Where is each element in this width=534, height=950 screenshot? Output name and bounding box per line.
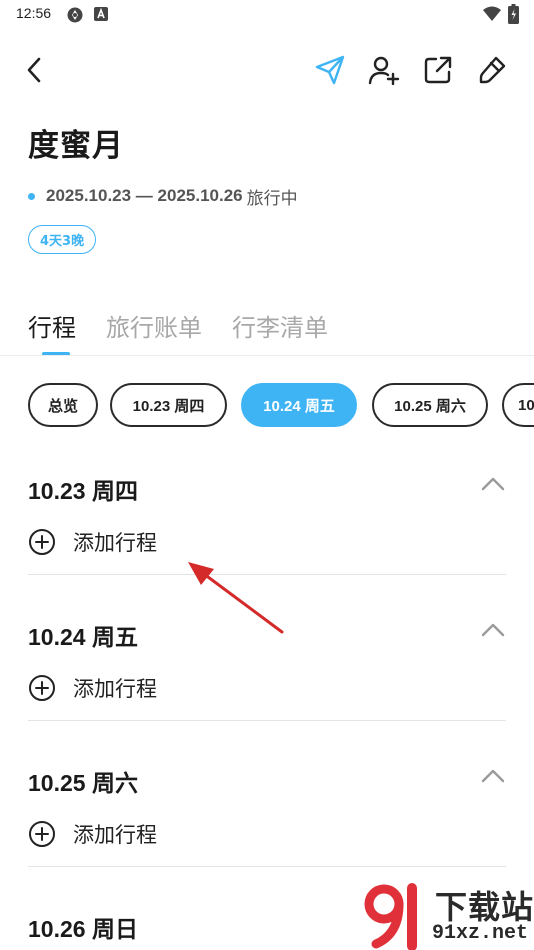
watermark-logo-icon bbox=[364, 883, 417, 950]
status-bar: 12:56 bbox=[0, 0, 534, 30]
add-member-button[interactable] bbox=[364, 48, 404, 92]
date-chip-bar[interactable]: 总览 10.23 周四 10.24 周五 10.25 周六 10 bbox=[28, 383, 534, 429]
day-title: 10.23 周四 bbox=[28, 478, 138, 504]
plus-circle-icon bbox=[29, 529, 55, 555]
send-icon bbox=[315, 55, 345, 85]
trip-status: 旅行中 bbox=[246, 188, 298, 209]
tab-travel-bill-label: 旅行账单 bbox=[106, 314, 202, 342]
day-divider bbox=[28, 720, 506, 721]
edit-button[interactable] bbox=[472, 48, 512, 92]
add-itinerary-button[interactable]: 添加行程 bbox=[28, 816, 157, 852]
tab-itinerary[interactable]: 行程 bbox=[28, 308, 76, 356]
day-header[interactable]: 10.23 周四 bbox=[28, 464, 506, 504]
add-itinerary-button[interactable]: 添加行程 bbox=[28, 524, 157, 560]
tab-bar: 行程 旅行账单 行李清单 bbox=[28, 308, 358, 358]
chip-day-2[interactable]: 10.24 周五 bbox=[241, 383, 357, 427]
chevron-left-icon bbox=[27, 57, 41, 83]
trip-dates: 2025.10.23 — 2025.10.26 bbox=[46, 186, 243, 205]
tab-travel-bill[interactable]: 旅行账单 bbox=[106, 308, 202, 348]
day-title: 10.24 周五 bbox=[28, 624, 138, 650]
a-notification-icon bbox=[94, 6, 108, 26]
add-itinerary-label: 添加行程 bbox=[73, 677, 157, 701]
tabs-divider bbox=[0, 355, 534, 356]
add-person-icon bbox=[368, 56, 400, 85]
battery-icon bbox=[508, 4, 519, 28]
watermark-url: 91xz.net bbox=[432, 922, 529, 945]
annotation-arrow-icon bbox=[188, 562, 284, 634]
day-header[interactable]: 10.25 周六 bbox=[28, 756, 506, 796]
status-time: 12:56 bbox=[16, 5, 52, 21]
trip-title: 度蜜月 bbox=[28, 128, 124, 164]
chip-overview[interactable]: 总览 bbox=[28, 383, 98, 427]
share-icon bbox=[424, 56, 452, 84]
top-toolbar bbox=[0, 48, 534, 94]
watermark: 下载站 91xz.net bbox=[360, 880, 534, 950]
add-itinerary-label: 添加行程 bbox=[73, 823, 157, 847]
day-title: 10.26 周日 bbox=[28, 916, 138, 942]
chevron-up-icon[interactable] bbox=[480, 474, 506, 494]
duration-badge: 4天3晚 bbox=[28, 225, 97, 254]
day-divider bbox=[28, 866, 506, 867]
plus-circle-icon bbox=[29, 675, 55, 701]
day-title: 10.25 周六 bbox=[28, 770, 138, 796]
add-itinerary-label: 添加行程 bbox=[73, 531, 157, 555]
chevron-up-icon[interactable] bbox=[480, 766, 506, 786]
tab-packing-list-label: 行李清单 bbox=[232, 314, 328, 342]
wifi-icon bbox=[482, 6, 502, 26]
sync-icon bbox=[66, 6, 84, 28]
tab-itinerary-label: 行程 bbox=[28, 314, 76, 342]
status-dot bbox=[28, 192, 35, 200]
back-button[interactable] bbox=[14, 48, 54, 92]
chip-day-3[interactable]: 10.25 周六 bbox=[372, 383, 488, 427]
share-button[interactable] bbox=[418, 48, 458, 92]
trip-dates-row: 2025.10.23 — 2025.10.26 旅行中 bbox=[28, 184, 298, 209]
chip-day-4[interactable]: 10 bbox=[502, 383, 534, 427]
chip-day-1[interactable]: 10.23 周四 bbox=[110, 383, 227, 427]
plus-circle-icon bbox=[29, 821, 55, 847]
edit-icon bbox=[479, 56, 506, 84]
add-itinerary-button[interactable]: 添加行程 bbox=[28, 670, 157, 706]
chevron-up-icon[interactable] bbox=[480, 620, 506, 640]
send-button[interactable] bbox=[310, 48, 350, 92]
tab-packing-list[interactable]: 行李清单 bbox=[232, 308, 328, 348]
